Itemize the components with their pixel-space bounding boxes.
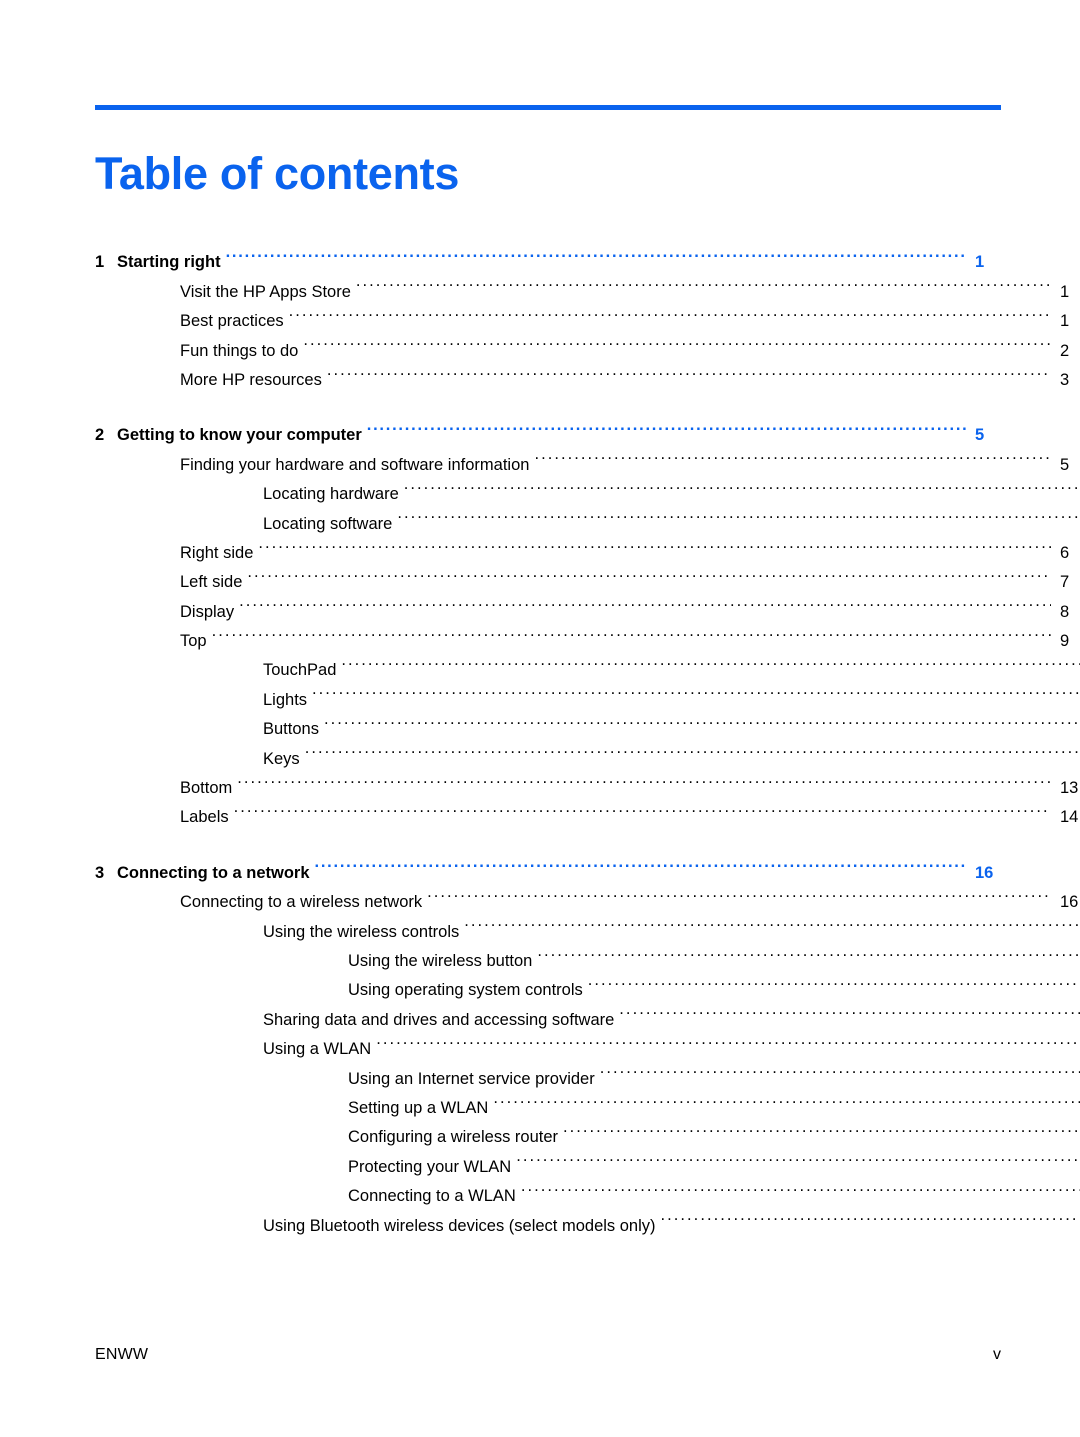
toc-leader-dots <box>588 966 1080 995</box>
toc-entry[interactable]: Using operating system controls17 <box>95 966 1080 999</box>
toc-entry-label: Fun things to do <box>180 341 299 360</box>
toc-page-number: 8 <box>1060 602 1070 621</box>
toc-chapter-group: 2Getting to know your computer5Finding y… <box>95 411 1080 826</box>
toc-chapter-group: 3Connecting to a network16Connecting to … <box>95 848 1080 1234</box>
toc-leader-dots <box>226 238 966 267</box>
toc-page-number: 14 <box>1060 808 1079 827</box>
toc-page-number: 1 <box>1060 282 1070 301</box>
toc-entry[interactable]: Using a WLAN18 <box>95 1025 1080 1058</box>
toc-leader-dots <box>327 356 1051 385</box>
toc-entry[interactable]: Top9 <box>95 617 1080 650</box>
toc-entry-label: Top <box>180 632 207 651</box>
toc-entry-label: Using the wireless controls <box>263 922 460 941</box>
toc-leader-dots <box>289 297 1051 326</box>
toc-leader-dots <box>258 529 1051 558</box>
toc-leader-dots <box>341 646 1080 675</box>
toc-leader-dots <box>239 587 1051 616</box>
toc-entry[interactable]: Protecting your WLAN19 <box>95 1142 1080 1175</box>
toc-chapter-title: Starting right <box>117 253 221 272</box>
page-footer: ENWW v <box>95 1346 1001 1364</box>
toc-leader-dots <box>397 499 1080 528</box>
toc-leader-dots <box>427 878 1051 907</box>
toc-chapter-number: 3 <box>95 863 105 882</box>
toc-chapter-number: 2 <box>95 426 105 445</box>
toc-leader-dots <box>404 470 1080 499</box>
toc-leader-dots <box>464 907 1080 936</box>
toc-leader-dots <box>376 1025 1080 1054</box>
toc-leader-dots <box>534 440 1051 469</box>
toc-page-number: 2 <box>1060 341 1070 360</box>
toc-leader-dots <box>324 705 1080 734</box>
toc-chapter-title: Connecting to a network <box>117 863 310 882</box>
toc-entry[interactable]: Lights10 <box>95 675 1080 708</box>
toc-page-number: 3 <box>1060 370 1070 389</box>
toc-page-number: 7 <box>1060 573 1070 592</box>
toc-chapter-group: 1Starting right1Visit the HP Apps Store1… <box>95 238 1069 389</box>
toc-entry-label: Using a WLAN <box>263 1040 372 1059</box>
toc-leader-dots <box>537 937 1080 966</box>
toc-entry-label: Locating hardware <box>263 485 399 504</box>
document-page: Table of contents 1Starting right1Visit … <box>0 0 1080 1437</box>
toc-leader-dots <box>315 848 966 877</box>
toc-entry[interactable]: TouchPad9 <box>95 646 1080 679</box>
toc-entry[interactable]: Using the wireless button16 <box>95 937 1080 970</box>
toc-leader-dots <box>247 558 1051 587</box>
toc-entry[interactable]: Visit the HP Apps Store1 <box>95 267 1080 300</box>
toc-leader-dots <box>661 1201 1080 1230</box>
toc-entry[interactable]: Connecting to a WLAN19 <box>95 1172 1080 1205</box>
toc-leader-dots <box>493 1084 1080 1113</box>
toc-entry[interactable]: Labels 14 <box>95 793 1080 826</box>
toc-leader-dots <box>600 1054 1080 1083</box>
toc-entry-label: Connecting to a WLAN <box>348 1187 516 1206</box>
toc-entry[interactable]: Using an Internet service provider18 <box>95 1054 1080 1087</box>
toc-entry-label: Bottom <box>180 779 233 798</box>
toc-entry[interactable]: Bottom 13 <box>95 764 1080 797</box>
toc-entry[interactable]: Keys12 <box>95 734 1080 767</box>
toc-entry-label: Best practices <box>180 312 284 331</box>
toc-leader-dots <box>521 1172 1080 1201</box>
toc-entry-label: Using operating system controls <box>348 981 583 1000</box>
toc-chapter-entry[interactable]: 2Getting to know your computer5 <box>95 411 1001 444</box>
toc-page-number: 13 <box>1060 779 1079 798</box>
toc-entry[interactable]: Right side6 <box>95 529 1080 562</box>
toc-leader-dots <box>305 734 1080 763</box>
toc-leader-dots <box>516 1142 1080 1171</box>
toc-leader-dots <box>356 267 1051 296</box>
title-divider-rule <box>95 105 1001 110</box>
toc-leader-dots <box>234 793 1051 822</box>
toc-entry-label: Using the wireless button <box>348 951 533 970</box>
toc-entry-label: Lights <box>263 690 308 709</box>
toc-entry[interactable]: Display8 <box>95 587 1080 620</box>
toc-entry-label: Connecting to a wireless network <box>180 893 423 912</box>
toc-entry-label: Protecting your WLAN <box>348 1157 512 1176</box>
toc-entry-label: More HP resources <box>180 370 322 389</box>
toc-chapter-title: Getting to know your computer <box>117 426 362 445</box>
footer-page-number: v <box>993 1346 1001 1363</box>
toc-entry[interactable]: Setting up a WLAN18 <box>95 1084 1080 1117</box>
toc-page-number: 1 <box>1060 312 1070 331</box>
toc-leader-dots <box>367 411 966 440</box>
footer-locale-label: ENWW <box>95 1346 149 1363</box>
toc-entry-label: Labels <box>180 808 229 827</box>
toc-leader-dots <box>212 617 1051 646</box>
toc-leader-dots <box>303 326 1051 355</box>
toc-leader-dots <box>237 764 1051 793</box>
toc-entry-label: Using Bluetooth wireless devices (select… <box>263 1216 656 1235</box>
toc-entry-label: Setting up a WLAN <box>348 1098 489 1117</box>
toc-leader-dots <box>312 675 1080 704</box>
toc-leader-dots <box>619 995 1080 1024</box>
toc-entry[interactable]: Buttons11 <box>95 705 1080 738</box>
toc-entry[interactable]: Using Bluetooth wireless devices (select… <box>95 1201 1080 1234</box>
toc-chapter-number: 1 <box>95 253 105 272</box>
toc-chapter-entry[interactable]: 3Connecting to a network16 <box>95 848 1001 881</box>
toc-entry[interactable]: Configuring a wireless router19 <box>95 1113 1080 1146</box>
toc-chapter-entry[interactable]: 1Starting right1 <box>95 238 1001 271</box>
toc-page-number: 6 <box>1060 543 1070 562</box>
toc-entry[interactable]: Locating software5 <box>95 499 1080 532</box>
table-of-contents: 1Starting right1Visit the HP Apps Store1… <box>95 238 1080 1235</box>
toc-leader-dots <box>563 1113 1080 1142</box>
toc-entry-label: Left side <box>180 573 243 592</box>
page-title: Table of contents <box>95 148 460 200</box>
